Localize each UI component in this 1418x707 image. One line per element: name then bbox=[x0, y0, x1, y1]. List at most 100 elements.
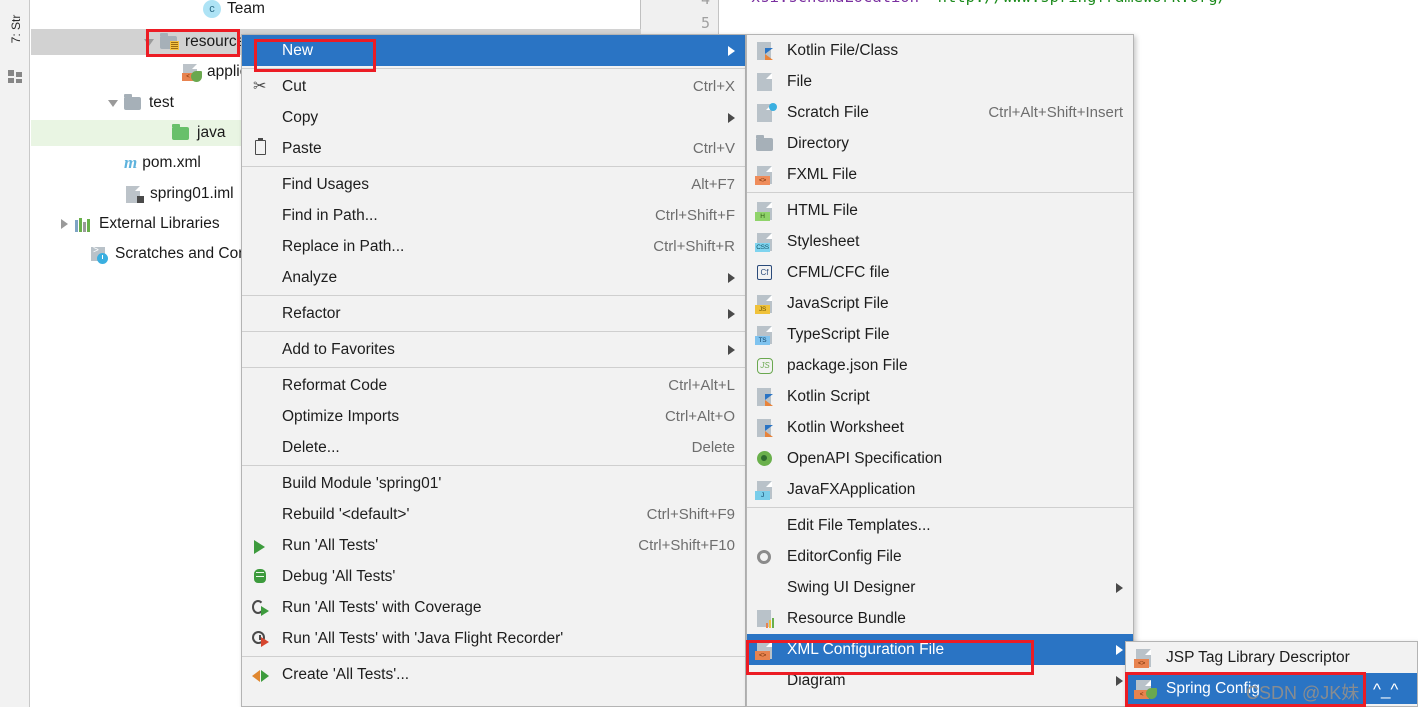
menu-item-openapi-specification[interactable]: OpenAPI Specification bbox=[747, 443, 1133, 474]
editor-gutter: 4 5 bbox=[641, 0, 719, 35]
menu-item-cfml-cfc-file[interactable]: Cf CFML/CFC file bbox=[747, 257, 1133, 288]
chevron-down-icon[interactable] bbox=[108, 99, 118, 107]
menu-item-refactor[interactable]: Refactor bbox=[242, 298, 745, 329]
tree-item-label: pom.xml bbox=[142, 154, 201, 171]
menu-item-create-all-tests[interactable]: Create 'All Tests'... bbox=[242, 659, 745, 690]
menu-item-diagram[interactable]: Diagram bbox=[747, 665, 1133, 696]
menu-item-run-with-coverage[interactable]: Run 'All Tests' with Coverage bbox=[242, 592, 745, 623]
menu-item-label: XML Configuration File bbox=[787, 640, 945, 658]
resources-folder-icon bbox=[159, 33, 179, 51]
menu-item-label: Kotlin File/Class bbox=[787, 41, 899, 59]
menu-item-fxml-file[interactable]: <> FXML File bbox=[747, 159, 1133, 190]
run-icon bbox=[250, 536, 274, 556]
libraries-icon bbox=[73, 215, 93, 233]
menu-item-find-in-path[interactable]: Find in Path... Ctrl+Shift+F bbox=[242, 200, 745, 231]
openapi-icon bbox=[753, 449, 779, 469]
menu-icon-placeholder bbox=[250, 237, 274, 257]
menu-item-kotlin-worksheet[interactable]: Kotlin Worksheet bbox=[747, 412, 1133, 443]
menu-item-xml-configuration-file[interactable]: <> XML Configuration File bbox=[747, 634, 1133, 665]
menu-item-paste[interactable]: Paste Ctrl+V bbox=[242, 133, 745, 164]
menu-item-new[interactable]: New bbox=[242, 35, 745, 66]
menu-item-label: Copy bbox=[282, 108, 319, 126]
menu-item-kotlin-script[interactable]: Kotlin Script bbox=[747, 381, 1133, 412]
xml-config-icon: <> bbox=[753, 640, 779, 660]
menu-item-label: Debug 'All Tests' bbox=[282, 567, 396, 585]
menu-item-analyze[interactable]: Analyze bbox=[242, 262, 745, 293]
menu-item-copy[interactable]: Copy bbox=[242, 102, 745, 133]
menu-item-label: Directory bbox=[787, 134, 850, 152]
menu-item-directory[interactable]: Directory bbox=[747, 128, 1133, 159]
menu-item-jsp-tag-library-descriptor[interactable]: <> JSP Tag Library Descriptor bbox=[1126, 642, 1417, 673]
watermark-text: CSDN @JK妹 bbox=[1246, 683, 1360, 703]
menu-separator bbox=[242, 166, 745, 167]
menu-item-shortcut: Ctrl+Alt+L bbox=[668, 377, 735, 394]
menu-item-find-usages[interactable]: Find Usages Alt+F7 bbox=[242, 169, 745, 200]
menu-item-add-to-favorites[interactable]: Add to Favorites bbox=[242, 334, 745, 365]
menu-item-label: Create 'All Tests'... bbox=[282, 665, 410, 683]
menu-item-file[interactable]: File bbox=[747, 66, 1133, 97]
menu-item-rebuild[interactable]: Rebuild '<default>' Ctrl+Shift+F9 bbox=[242, 499, 745, 530]
menu-item-label: OpenAPI Specification bbox=[787, 449, 943, 467]
menu-item-reformat-code[interactable]: Reformat Code Ctrl+Alt+L bbox=[242, 370, 745, 401]
menu-item-swing-ui-designer[interactable]: Swing UI Designer bbox=[747, 572, 1133, 603]
menu-item-cut[interactable]: ✂ Cut Ctrl+X bbox=[242, 71, 745, 102]
menu-icon-placeholder bbox=[753, 671, 779, 691]
menu-icon-placeholder bbox=[250, 175, 274, 195]
spring-config-icon: < bbox=[1132, 679, 1158, 699]
chevron-right-icon bbox=[728, 45, 735, 56]
xml-file-icon: <> bbox=[1132, 648, 1158, 668]
menu-item-label: Cut bbox=[282, 77, 307, 95]
menu-item-optimize-imports[interactable]: Optimize Imports Ctrl+Alt+O bbox=[242, 401, 745, 432]
coverage-icon bbox=[250, 598, 274, 618]
cfml-file-icon: Cf bbox=[753, 263, 779, 283]
scratches-icon bbox=[89, 245, 109, 264]
chevron-right-icon bbox=[1116, 644, 1123, 655]
javascript-file-icon: JS bbox=[753, 294, 779, 314]
chevron-right-icon bbox=[728, 344, 735, 355]
menu-item-run-all-tests[interactable]: Run 'All Tests' Ctrl+Shift+F10 bbox=[242, 530, 745, 561]
menu-item-label: Run 'All Tests' bbox=[282, 536, 379, 554]
create-config-icon bbox=[250, 665, 274, 685]
code-string: "http://www.springframework.org/ bbox=[928, 0, 1227, 6]
menu-item-label: File bbox=[787, 72, 812, 90]
structure-tool-button[interactable]: 7: Str bbox=[9, 0, 23, 59]
chevron-right-icon bbox=[1116, 582, 1123, 593]
menu-item-delete[interactable]: Delete... Delete bbox=[242, 432, 745, 463]
structure-icon[interactable] bbox=[8, 70, 23, 83]
kotlin-worksheet-icon bbox=[753, 418, 779, 438]
menu-item-label: Swing UI Designer bbox=[787, 578, 916, 596]
menu-item-shortcut: Delete bbox=[691, 439, 735, 456]
menu-icon-placeholder bbox=[250, 340, 274, 360]
menu-item-debug-all-tests[interactable]: Debug 'All Tests' bbox=[242, 561, 745, 592]
menu-separator bbox=[242, 465, 745, 466]
gear-icon bbox=[753, 547, 779, 567]
menu-item-editorconfig-file[interactable]: EditorConfig File bbox=[747, 541, 1133, 572]
menu-item-javascript-file[interactable]: JS JavaScript File bbox=[747, 288, 1133, 319]
chevron-down-icon[interactable] bbox=[144, 38, 154, 46]
menu-item-label: Find in Path... bbox=[282, 206, 378, 224]
menu-item-edit-file-templates[interactable]: Edit File Templates... bbox=[747, 510, 1133, 541]
tool-window-strip: 7: Str bbox=[0, 0, 30, 707]
menu-item-label: Resource Bundle bbox=[787, 609, 906, 627]
menu-item-label: Stylesheet bbox=[787, 232, 860, 250]
menu-item-typescript-file[interactable]: TS TypeScript File bbox=[747, 319, 1133, 350]
context-menu: New ✂ Cut Ctrl+X Copy Paste Ctrl+V Find … bbox=[241, 34, 746, 707]
tree-row[interactable]: c Team bbox=[31, 0, 641, 22]
menu-item-resource-bundle[interactable]: Resource Bundle bbox=[747, 603, 1133, 634]
menu-item-label: CFML/CFC file bbox=[787, 263, 890, 281]
chevron-right-icon[interactable] bbox=[61, 219, 68, 229]
menu-item-run-with-jfr[interactable]: Run 'All Tests' with 'Java Flight Record… bbox=[242, 623, 745, 654]
menu-item-label: Scratch File bbox=[787, 103, 869, 121]
menu-separator bbox=[242, 68, 745, 69]
menu-item-build-module[interactable]: Build Module 'spring01' bbox=[242, 468, 745, 499]
menu-item-shortcut: Ctrl+Alt+Shift+Insert bbox=[988, 104, 1123, 121]
menu-item-kotlin-file-class[interactable]: Kotlin File/Class bbox=[747, 35, 1133, 66]
menu-item-stylesheet[interactable]: CSS Stylesheet bbox=[747, 226, 1133, 257]
scissors-icon: ✂ bbox=[253, 77, 267, 95]
menu-item-scratch-file[interactable]: Scratch File Ctrl+Alt+Shift+Insert bbox=[747, 97, 1133, 128]
tree-item-label: test bbox=[149, 94, 174, 111]
menu-item-replace-in-path[interactable]: Replace in Path... Ctrl+Shift+R bbox=[242, 231, 745, 262]
menu-item-javafx-application[interactable]: J JavaFXApplication bbox=[747, 474, 1133, 505]
menu-item-package-json-file[interactable]: JS package.json File bbox=[747, 350, 1133, 381]
menu-item-html-file[interactable]: H HTML File bbox=[747, 195, 1133, 226]
